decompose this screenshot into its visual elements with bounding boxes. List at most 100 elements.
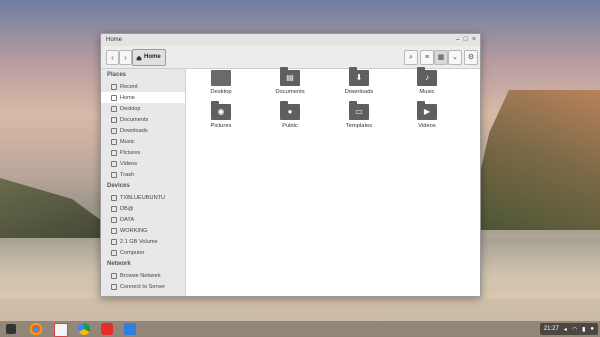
- close-button[interactable]: ×: [472, 36, 476, 43]
- sidebar-item-label: Downloads: [120, 127, 148, 134]
- file-manager-window: Home – □ × ‹ › Home ⌕ ≡ ▦ ⌄ ⚙ Places Rec…: [100, 33, 481, 297]
- path-home-button[interactable]: Home: [132, 49, 166, 66]
- sidebar-item-label: Desktop: [120, 105, 141, 112]
- folder-music[interactable]: ♪ Music: [407, 67, 447, 95]
- computer-icon: [111, 249, 117, 256]
- forward-button[interactable]: ›: [119, 50, 132, 65]
- sidebar-item-label: Videos: [120, 160, 138, 167]
- window-title: Home: [106, 37, 123, 43]
- sidebar-item-label: DATA: [120, 216, 135, 223]
- sidebar-item-browse-network[interactable]: Browse Network: [101, 270, 185, 281]
- file-view: Desktop ▤ Documents ⬇ Downloads ♪ Music ◉ Pictur…: [186, 67, 480, 296]
- volume-icon: ◂: [563, 326, 567, 333]
- folder-pictures[interactable]: ◉ Pictures: [201, 101, 241, 129]
- sidebar-item-desktop[interactable]: Desktop: [101, 103, 185, 114]
- drive-icon: [111, 227, 117, 234]
- sidebar-item-label: Computer: [120, 249, 145, 256]
- path-home-label: Home: [144, 54, 161, 60]
- sidebar-item-music[interactable]: Music: [101, 136, 185, 147]
- sidebar-item-label: WORKING: [120, 227, 148, 234]
- sidebar-item-downloads[interactable]: Downloads: [101, 125, 185, 136]
- camera-icon: [111, 149, 117, 156]
- drive-icon: [111, 194, 117, 201]
- sidebar-item-trash[interactable]: Trash: [101, 169, 185, 180]
- window-titlebar[interactable]: Home – □ ×: [101, 34, 480, 46]
- status-area[interactable]: 21:27 ◂ ◠ ▮ ●: [539, 323, 598, 335]
- clock: 21:27: [543, 326, 559, 332]
- drive-icon: [111, 238, 117, 245]
- trash-icon: [111, 171, 117, 178]
- search-button[interactable]: ⌕: [404, 50, 418, 65]
- minimize-button[interactable]: –: [456, 36, 460, 43]
- sidebar-item-videos[interactable]: Videos: [101, 158, 185, 169]
- folder-label: Public: [282, 123, 298, 129]
- folder-documents[interactable]: ▤ Documents: [270, 67, 310, 95]
- desktop-icon: [111, 105, 117, 112]
- folder-label: Music: [419, 89, 435, 95]
- document-icon: [111, 116, 117, 123]
- places-heading: Places: [107, 72, 127, 78]
- sidebar-item-computer[interactable]: Computer: [101, 247, 185, 258]
- sidebar-item-recent[interactable]: Recent: [101, 81, 185, 92]
- video-icon: [111, 160, 117, 167]
- folder-label: Templates: [345, 123, 373, 129]
- folder-label: Documents: [275, 89, 305, 95]
- folder-icon: ⬇: [349, 67, 369, 86]
- sidebar-item-pictures[interactable]: Pictures: [101, 147, 185, 158]
- battery-icon: ▮: [582, 326, 586, 333]
- sidebar-item-label: Music: [120, 138, 135, 145]
- sidebar-item-label: TXBLUEUBUNTU: [120, 194, 166, 201]
- folder-videos[interactable]: ▶ Videos: [407, 101, 447, 129]
- files-icon[interactable]: [124, 323, 136, 335]
- devices-heading: Devices: [107, 183, 130, 189]
- wallpaper-cliff-right: [470, 90, 600, 230]
- drive-icon: [111, 216, 117, 223]
- view-options-dropdown[interactable]: ⌄: [448, 50, 462, 65]
- sidebar-item-2-1-gb-volume[interactable]: 2.1 GB Volume: [101, 236, 185, 247]
- account-icon: ●: [590, 326, 594, 332]
- list-view-button[interactable]: ≡: [420, 50, 434, 65]
- folder-label: Videos: [418, 123, 436, 129]
- folder-downloads[interactable]: ⬇ Downloads: [339, 67, 379, 95]
- sidebar-item-documents[interactable]: Documents: [101, 114, 185, 125]
- toolbar: ‹ › Home ⌕ ≡ ▦ ⌄ ⚙: [101, 46, 480, 69]
- folder-label: Desktop: [210, 89, 232, 95]
- home-icon: [111, 94, 117, 101]
- settings-button[interactable]: ⚙: [464, 50, 478, 65]
- grid-view-button[interactable]: ▦: [434, 50, 448, 65]
- drive-icon[interactable]: [78, 323, 90, 335]
- wifi-icon: ◠: [571, 326, 578, 333]
- sidebar-item-label: Trash: [120, 171, 135, 178]
- sidebar-item-working[interactable]: WORKING: [101, 225, 185, 236]
- maximize-button[interactable]: □: [464, 36, 468, 43]
- sidebar-item-connect-to-server[interactable]: Connect to Server: [101, 281, 185, 292]
- back-button[interactable]: ‹: [106, 50, 119, 65]
- music-icon: [111, 138, 117, 145]
- folder-label: Pictures: [210, 123, 232, 129]
- sidebar-item-label: 2.1 GB Volume: [120, 238, 158, 245]
- folder-icon: ▤: [280, 67, 300, 86]
- folder-icon: ♪: [417, 67, 437, 86]
- folder-desktop[interactable]: Desktop: [201, 70, 241, 95]
- folder-templates[interactable]: ▭ Templates: [339, 101, 379, 129]
- sidebar-item-home[interactable]: Home: [101, 92, 185, 103]
- download-icon: [111, 127, 117, 134]
- sidebar-item-data[interactable]: DATA: [101, 214, 185, 225]
- sidebar-item-label: Pictures: [120, 149, 141, 156]
- folder-public[interactable]: ● Public: [270, 101, 310, 129]
- folder-icon: ◉: [211, 101, 231, 120]
- folder-icon: [211, 70, 231, 86]
- gmail-icon[interactable]: [54, 323, 68, 337]
- youtube-icon[interactable]: [101, 323, 113, 335]
- sidebar-item-label: Documents: [120, 116, 149, 123]
- sidebar-item-txblueubuntu[interactable]: TXBLUEUBUNTU: [101, 192, 185, 203]
- sidebar-item-db-[interactable]: DB@: [101, 203, 185, 214]
- app-launcher-button[interactable]: [6, 324, 16, 334]
- folder-icon: ▶: [417, 101, 437, 120]
- chrome-icon[interactable]: [30, 323, 42, 335]
- folder-icon: ▭: [349, 101, 369, 120]
- folder-icon: ●: [280, 101, 300, 120]
- drive-icon: [111, 205, 117, 212]
- server-icon: [111, 283, 117, 290]
- sidebar-item-label: Recent: [120, 83, 138, 90]
